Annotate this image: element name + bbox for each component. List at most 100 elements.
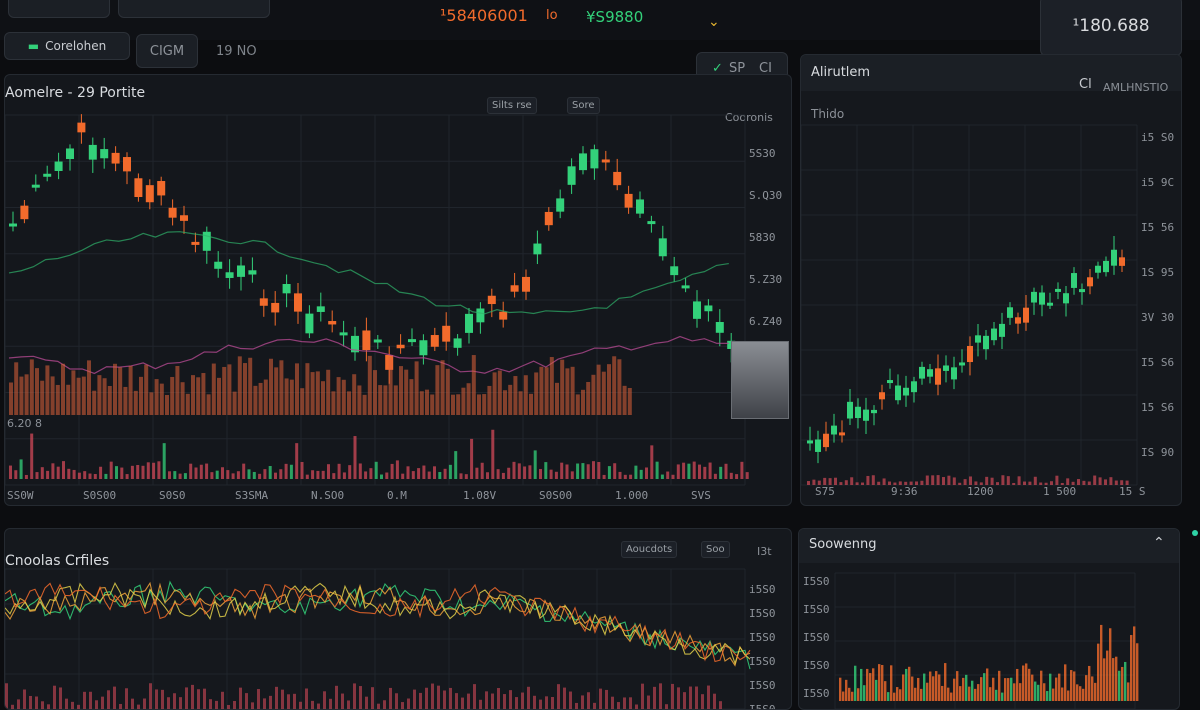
volume-bar xyxy=(128,365,133,415)
volume-bar xyxy=(173,693,176,709)
volume-bar xyxy=(581,695,584,709)
volume-bar xyxy=(347,391,351,415)
volume-bar xyxy=(269,695,272,709)
volume-bar xyxy=(545,696,548,709)
top-left-button-2[interactable] xyxy=(118,0,270,18)
volume-bar xyxy=(875,679,878,701)
volume-bar xyxy=(104,473,108,479)
top-left-button[interactable] xyxy=(8,0,110,18)
candle-body xyxy=(282,284,291,294)
volume-bar xyxy=(329,698,332,709)
volume-bar xyxy=(1066,478,1070,485)
candle-body xyxy=(396,344,405,349)
volume-bar xyxy=(719,701,722,709)
volume-bar xyxy=(575,394,580,415)
indicator-caret-icon: ⌄ xyxy=(708,14,720,30)
volume-bar xyxy=(965,674,968,701)
volume-bar xyxy=(1076,684,1079,701)
volume-bar xyxy=(1073,671,1076,701)
volume-bar xyxy=(1012,482,1016,485)
volume-bar xyxy=(337,463,341,479)
volume-bar xyxy=(1118,670,1121,701)
volume-bar xyxy=(258,473,262,479)
volume-bar xyxy=(120,467,124,479)
volume-bar xyxy=(388,357,393,415)
candle-body xyxy=(442,325,451,342)
volume-bar xyxy=(565,464,569,479)
volume-bar xyxy=(713,693,716,709)
candle-body xyxy=(1031,291,1037,303)
candle-body xyxy=(294,293,302,312)
volume-bar xyxy=(263,469,267,479)
volume-bar xyxy=(992,677,995,701)
volume-bar xyxy=(482,394,487,415)
right-x-tick: 1200 xyxy=(967,485,994,498)
volume-bar xyxy=(1019,683,1022,701)
candle-body xyxy=(636,199,644,214)
volume-bar xyxy=(99,466,103,479)
volume-bar xyxy=(118,367,123,415)
main-candlestick-chart[interactable]: 5S30S.Q3058305.Z306.Z405.40SS0WS0S00S0S0… xyxy=(5,75,791,505)
volume-bar xyxy=(289,379,294,415)
main-chart-panel: Aomelre - 29 Portite Silts rse Sore Coor… xyxy=(4,74,792,506)
bottom-right-y-tick: I5S0 xyxy=(803,575,830,588)
price-box-value: ¹180.688 xyxy=(1072,16,1150,36)
volume-bar xyxy=(507,467,511,479)
candle-body xyxy=(339,332,348,336)
volume-bar xyxy=(14,362,19,415)
volume-bar xyxy=(203,688,206,709)
bottom-left-panel: Cnoolas Crfiles Aoucdots Soo I3t i5S0 I5S… xyxy=(4,528,792,710)
candle-body xyxy=(191,241,200,245)
tab-corelohen[interactable]: ▬ Corelohen xyxy=(4,32,130,60)
volume-bar xyxy=(501,472,505,479)
volume-bar xyxy=(115,466,118,479)
bottom-right-volume-chart[interactable]: I5S0 I5S0 I5S0 I5S0 I5S0 xyxy=(799,529,1179,709)
volume-bar xyxy=(146,462,150,479)
volume-bar xyxy=(911,676,914,701)
volume-bar xyxy=(551,696,554,709)
volume-bar xyxy=(485,691,488,709)
volume-bar xyxy=(29,359,34,415)
volume-bar xyxy=(639,469,643,479)
candle-body xyxy=(248,270,257,275)
volume-bar xyxy=(549,357,554,415)
tab-19no[interactable]: 19 NO xyxy=(216,44,257,59)
volume-bar xyxy=(29,695,32,709)
volume-bar xyxy=(459,473,463,479)
volume-bar xyxy=(908,666,911,701)
volume-bar xyxy=(938,674,941,701)
candle-body xyxy=(1087,277,1093,287)
candle-body xyxy=(1063,293,1069,304)
series-line xyxy=(5,581,751,666)
volume-bar xyxy=(311,470,315,479)
volume-bar xyxy=(209,699,212,709)
volume-bar xyxy=(123,386,128,415)
volume-bar xyxy=(466,383,471,415)
volume-bar xyxy=(533,450,537,479)
volume-bar xyxy=(958,482,962,485)
candle-body xyxy=(935,368,941,385)
volume-bar xyxy=(371,687,374,709)
volume-bar xyxy=(358,463,362,479)
volume-bar xyxy=(677,687,680,709)
volume-bar xyxy=(1064,664,1067,701)
price-box[interactable]: ¹180.688 xyxy=(1040,0,1182,56)
volume-bar xyxy=(93,474,97,479)
volume-bar xyxy=(708,462,712,479)
volume-bar xyxy=(248,357,253,415)
volume-bar xyxy=(327,464,330,479)
tab-cigm[interactable]: CIGM xyxy=(136,34,198,68)
bottom-left-line-chart[interactable]: i5S0 I5S0 I5S0 I5S0 I5S0 I5S0 xyxy=(5,529,791,709)
volume-bar xyxy=(437,685,440,709)
volume-bar xyxy=(373,370,377,415)
volume-bar xyxy=(323,691,326,709)
volume-bar xyxy=(17,699,20,709)
candle-body xyxy=(704,305,713,312)
volume-bar xyxy=(1094,682,1097,701)
volume-bar xyxy=(896,687,899,701)
bottom-right-panel: Soowenng ⌃ I5S0 I5S0 I5S0 I5S0 I5S0 xyxy=(798,528,1180,710)
volume-bar xyxy=(245,693,248,709)
volume-bar xyxy=(183,473,187,479)
right-candlestick-chart[interactable]: i5 S0 i5 9C I5 56 1S 95 3V 30 I5 S6 15 S6 IS 90… xyxy=(801,55,1181,505)
volume-bar xyxy=(326,369,331,415)
